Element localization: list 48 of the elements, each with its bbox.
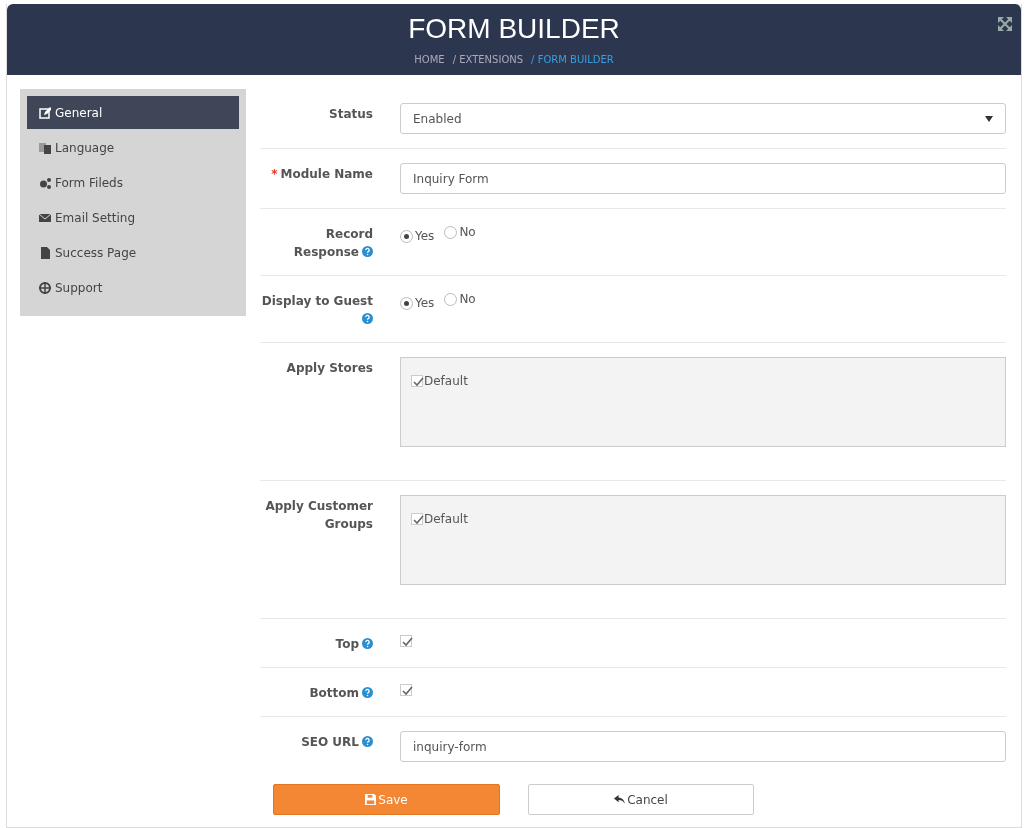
field-label: Display to Guest — [260, 290, 373, 328]
checkmark-icon — [412, 514, 424, 526]
field-label: Record Response — [292, 226, 373, 261]
field-label: Apply Customer Groups — [264, 498, 373, 533]
sidebar-item[interactable]: Language — [27, 131, 239, 164]
help-icon[interactable] — [362, 246, 373, 257]
page-title: FORM BUILDER — [408, 12, 620, 46]
breadcrumb-link[interactable]: / FORM BUILDER — [531, 52, 614, 67]
checkbox-option[interactable]: Default — [411, 510, 468, 528]
status-select[interactable]: Enabled — [400, 103, 1006, 134]
sidebar-item[interactable]: Email Setting — [27, 201, 239, 234]
checkbox-option[interactable]: Default — [411, 372, 468, 390]
help-icon[interactable] — [362, 313, 373, 324]
sidebar-item[interactable]: Support — [27, 271, 239, 304]
required-mark: * — [271, 167, 278, 181]
reply-icon — [614, 793, 626, 805]
lifebuoy-icon — [39, 281, 51, 294]
field-label: * Module Name — [270, 166, 373, 183]
radio-option[interactable]: No — [444, 290, 476, 308]
help-icon[interactable] — [362, 687, 373, 698]
checkbox[interactable] — [400, 684, 412, 696]
sidebar-item[interactable]: Success Page — [27, 236, 239, 269]
input-field[interactable]: inquiry-form — [400, 731, 1006, 762]
help-icon[interactable] — [362, 638, 373, 649]
sidebar-item[interactable]: General — [27, 96, 239, 129]
expand-icon[interactable] — [997, 16, 1013, 32]
breadcrumb-link[interactable]: HOME — [414, 52, 445, 67]
field-label: Apply Stores — [285, 360, 373, 377]
help-icon[interactable] — [362, 736, 373, 747]
edit-icon — [39, 106, 51, 119]
field-label: Bottom — [260, 682, 373, 702]
field-label: Status — [328, 106, 373, 123]
radio-option[interactable]: Yes — [400, 294, 435, 312]
checkmark-icon — [401, 685, 413, 697]
field-label: SEO URL — [260, 731, 373, 762]
breadcrumb-link[interactable]: / EXTENSIONS — [452, 52, 524, 67]
envelope-icon — [39, 211, 51, 224]
document-icon — [39, 246, 51, 259]
input-field[interactable]: Inquiry Form — [400, 163, 1006, 194]
checkmark-icon — [412, 376, 424, 388]
sidebar-item[interactable]: Form Fileds — [27, 166, 239, 199]
radio-option[interactable]: No — [444, 223, 476, 241]
radio-option[interactable]: Yes — [400, 227, 435, 245]
field-label: Top — [260, 633, 373, 653]
checkmark-icon — [401, 636, 413, 648]
caret-icon — [985, 115, 993, 122]
checkbox[interactable] — [400, 635, 412, 647]
cancel-button[interactable]: Cancel — [528, 784, 754, 815]
